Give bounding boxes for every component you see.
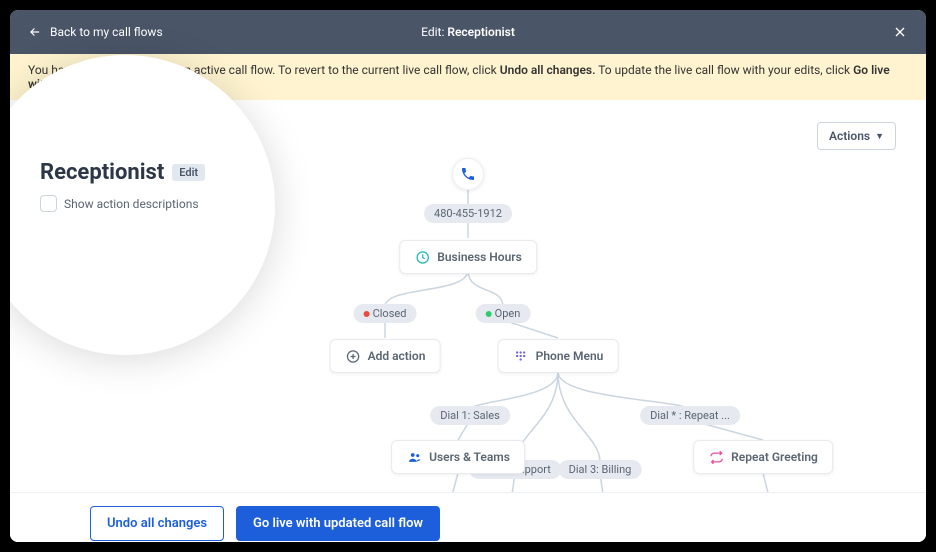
undo-all-button[interactable]: Undo all changes — [90, 506, 224, 541]
phone-menu-card[interactable]: Phone Menu — [498, 339, 619, 373]
closed-status-pill[interactable]: Closed — [354, 304, 417, 323]
actions-dropdown[interactable]: Actions ▼ — [817, 122, 896, 150]
status-dot-green — [486, 311, 492, 317]
back-link[interactable]: Back to my call flows — [28, 25, 163, 39]
dial3-pill[interactable]: Dial 3: Billing — [559, 460, 642, 479]
flow-start-node — [452, 158, 484, 190]
page-title: Edit: Receptionist — [421, 25, 515, 39]
flow-name-title: Receptionist — [40, 160, 164, 185]
edit-name-button[interactable]: Edit — [172, 164, 205, 181]
dialpad-icon — [513, 348, 529, 364]
show-descriptions-checkbox[interactable] — [40, 195, 57, 212]
repeat-icon — [708, 449, 724, 465]
users-teams-card[interactable]: Users & Teams — [391, 440, 525, 474]
business-hours-card[interactable]: Business Hours — [399, 240, 537, 274]
close-icon — [892, 24, 908, 40]
dial-star-pill[interactable]: Dial * : Repeat ... — [640, 406, 740, 425]
top-bar: Back to my call flows Edit: Receptionist — [10, 10, 926, 54]
dial1-pill[interactable]: Dial 1: Sales — [430, 406, 510, 425]
show-descriptions-label: Show action descriptions — [64, 197, 199, 211]
plus-circle-icon — [345, 348, 361, 364]
back-label: Back to my call flows — [50, 25, 163, 39]
phone-number-pill[interactable]: 480-455-1912 — [424, 204, 512, 223]
phone-icon — [452, 158, 484, 190]
repeat-greeting-card[interactable]: Repeat Greeting — [693, 440, 833, 474]
go-live-button[interactable]: Go live with updated call flow — [236, 506, 440, 541]
users-icon — [406, 449, 422, 465]
status-dot-red — [364, 311, 370, 317]
chevron-down-icon: ▼ — [875, 131, 884, 142]
arrow-left-icon — [28, 25, 42, 39]
footer-bar: Undo all changes Go live with updated ca… — [10, 492, 926, 542]
add-action-card[interactable]: Add action — [330, 339, 441, 373]
clock-icon — [414, 249, 430, 265]
close-button[interactable] — [892, 24, 908, 40]
open-status-pill[interactable]: Open — [476, 304, 531, 323]
